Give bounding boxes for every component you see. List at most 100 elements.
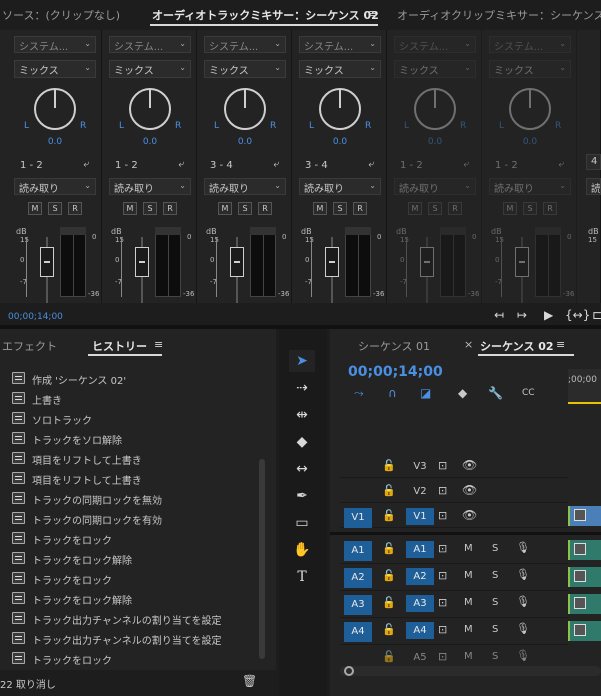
lock-icon[interactable]: 🔓 [382,542,396,555]
sync-lock-icon[interactable]: ⊡ [438,596,447,609]
pan-knob[interactable] [34,88,76,130]
tab-sequence-02[interactable]: シーケンス 02 [480,338,554,354]
video-clip[interactable] [568,506,601,526]
zoom-handle[interactable] [344,666,354,676]
automation-select[interactable]: 読み取り ⌄ [14,178,96,195]
channel-assign-icon[interactable]: ⤶ [368,159,374,170]
volume-fader[interactable] [420,247,434,277]
solo-track-button[interactable]: S [492,570,498,581]
track-target[interactable]: A3 [406,595,434,612]
type-tool-icon[interactable]: T [289,566,315,588]
history-item[interactable]: 作成 'シーケンス 02' [10,369,260,389]
history-item[interactable]: トラックをソロ解除 [10,429,260,449]
sync-lock-icon[interactable]: ⊡ [438,650,447,663]
linked-selection-icon[interactable]: ◪ [420,386,431,400]
pan-value[interactable]: 0.0 [103,137,197,147]
history-item[interactable]: トラックをロック [10,529,260,549]
history-item[interactable]: トラックの同期ロックを有効 [10,509,260,529]
record-button[interactable]: R [353,202,367,215]
mute-track-button[interactable]: M [464,624,473,635]
solo-button[interactable]: S [333,202,347,215]
mix-mode-select[interactable]: ミックス ⌄ [394,60,476,78]
sync-lock-icon[interactable]: ⊡ [438,509,447,522]
snap-icon[interactable]: ∩ [388,386,397,400]
history-menu-icon[interactable]: ≡ [154,338,163,351]
play-in-to-out-icon[interactable]: {↔} [565,308,590,322]
channel-assign-icon[interactable]: ⤶ [273,159,279,170]
record-button[interactable]: R [68,202,82,215]
lock-icon[interactable]: 🔓 [382,484,396,497]
history-item[interactable]: 上書き [10,389,260,409]
record-button[interactable]: R [163,202,177,215]
mute-track-button[interactable]: M [464,570,473,581]
source-patch[interactable]: A1 [344,541,372,561]
pan-knob[interactable] [129,88,171,130]
audio-clip[interactable] [568,621,601,641]
pan-value[interactable]: 0.0 [388,137,482,147]
history-item[interactable]: トラックをロック解除 [10,589,260,609]
history-item[interactable]: トラックをロック [10,649,260,669]
lock-icon[interactable]: 🔓 [382,596,396,609]
tab-audio-clip-mixer[interactable]: オーディオクリップミキサー：シーケンス [397,7,601,23]
pan-value[interactable]: 0.0 [8,137,102,147]
mute-button[interactable]: M [408,202,422,215]
pan-knob[interactable] [224,88,266,130]
mute-button[interactable]: M [28,202,42,215]
source-patch[interactable]: V1 [344,508,372,528]
sync-lock-icon[interactable]: ⊡ [438,459,447,472]
source-patch[interactable] [344,458,372,478]
microphone-icon[interactable]: 🎙 [516,568,530,581]
lock-icon[interactable]: 🔓 [382,650,396,663]
razor-tool-icon[interactable]: ◆ [289,431,315,453]
mute-track-button[interactable]: M [464,651,473,662]
track-select-tool-icon[interactable]: ⇢ [289,377,315,399]
mix-mode-select[interactable]: ミックス ⌄ [299,60,381,78]
nest-icon[interactable]: ⤳ [354,386,364,401]
lock-icon[interactable]: 🔓 [382,623,396,636]
pan-value[interactable]: 0.0 [293,137,387,147]
lock-icon[interactable]: 🔓 [382,459,396,472]
solo-button[interactable]: S [238,202,252,215]
track-target[interactable]: A1 [406,541,434,558]
pan-value[interactable]: 0.0 [483,137,577,147]
hand-tool-icon[interactable]: ✋ [289,539,315,561]
video-audio-divider[interactable] [330,532,601,535]
mix-mode-select[interactable]: ミックス ⌄ [489,60,571,78]
rectangle-tool-icon[interactable]: ▭ [289,512,315,534]
selection-tool-icon[interactable]: ➤ [289,350,315,372]
solo-track-button[interactable]: S [492,543,498,554]
channel-assign-icon[interactable]: ⤶ [463,159,469,170]
sync-lock-icon[interactable]: ⊡ [438,569,447,582]
volume-fader[interactable] [40,247,54,277]
channel-assign-icon[interactable]: ⤶ [558,159,564,170]
volume-fader[interactable] [135,247,149,277]
history-item[interactable]: ソロトラック [10,409,260,429]
tab-audio-track-mixer[interactable]: オーディオトラックミキサー：シーケンス 02 [152,7,379,23]
go-to-out-icon[interactable]: ↦ [517,308,527,322]
audio-clip[interactable] [568,567,601,587]
source-patch[interactable]: A2 [344,568,372,588]
audio-clip[interactable] [568,594,601,614]
pan-knob[interactable] [414,88,456,130]
solo-track-button[interactable]: S [492,651,498,662]
volume-fader[interactable] [515,247,529,277]
mixer-timecode[interactable]: 00;00;14;00 [8,312,63,322]
panel-menu-icon[interactable]: ≡ [368,7,377,20]
pan-value[interactable]: 0.0 [198,137,292,147]
audio-clip[interactable] [568,540,601,560]
mute-button[interactable]: M [218,202,232,215]
output-assign-select[interactable]: システム... ⌄ [299,36,381,53]
timeline-zoom-scrollbar[interactable] [340,666,601,676]
automation-select[interactable]: 読み取り ⌄ [299,178,381,195]
record-button[interactable]: R [258,202,272,215]
tab-source[interactable]: ソース：(クリップなし) [2,7,120,23]
eye-icon[interactable]: 👁 [462,458,477,472]
history-item[interactable]: 項目をリフトして上書き [10,469,260,489]
sync-lock-icon[interactable]: ⊡ [438,542,447,555]
output-assign-select[interactable]: システム... ⌄ [109,36,191,53]
history-item[interactable]: トラックをロック解除 [10,549,260,569]
automation-select[interactable]: 読み取り ⌄ [204,178,286,195]
record-button[interactable]: R [448,202,462,215]
captions-icon[interactable]: CC [522,388,535,398]
mix-mode-select[interactable]: ミックス ⌄ [204,60,286,78]
